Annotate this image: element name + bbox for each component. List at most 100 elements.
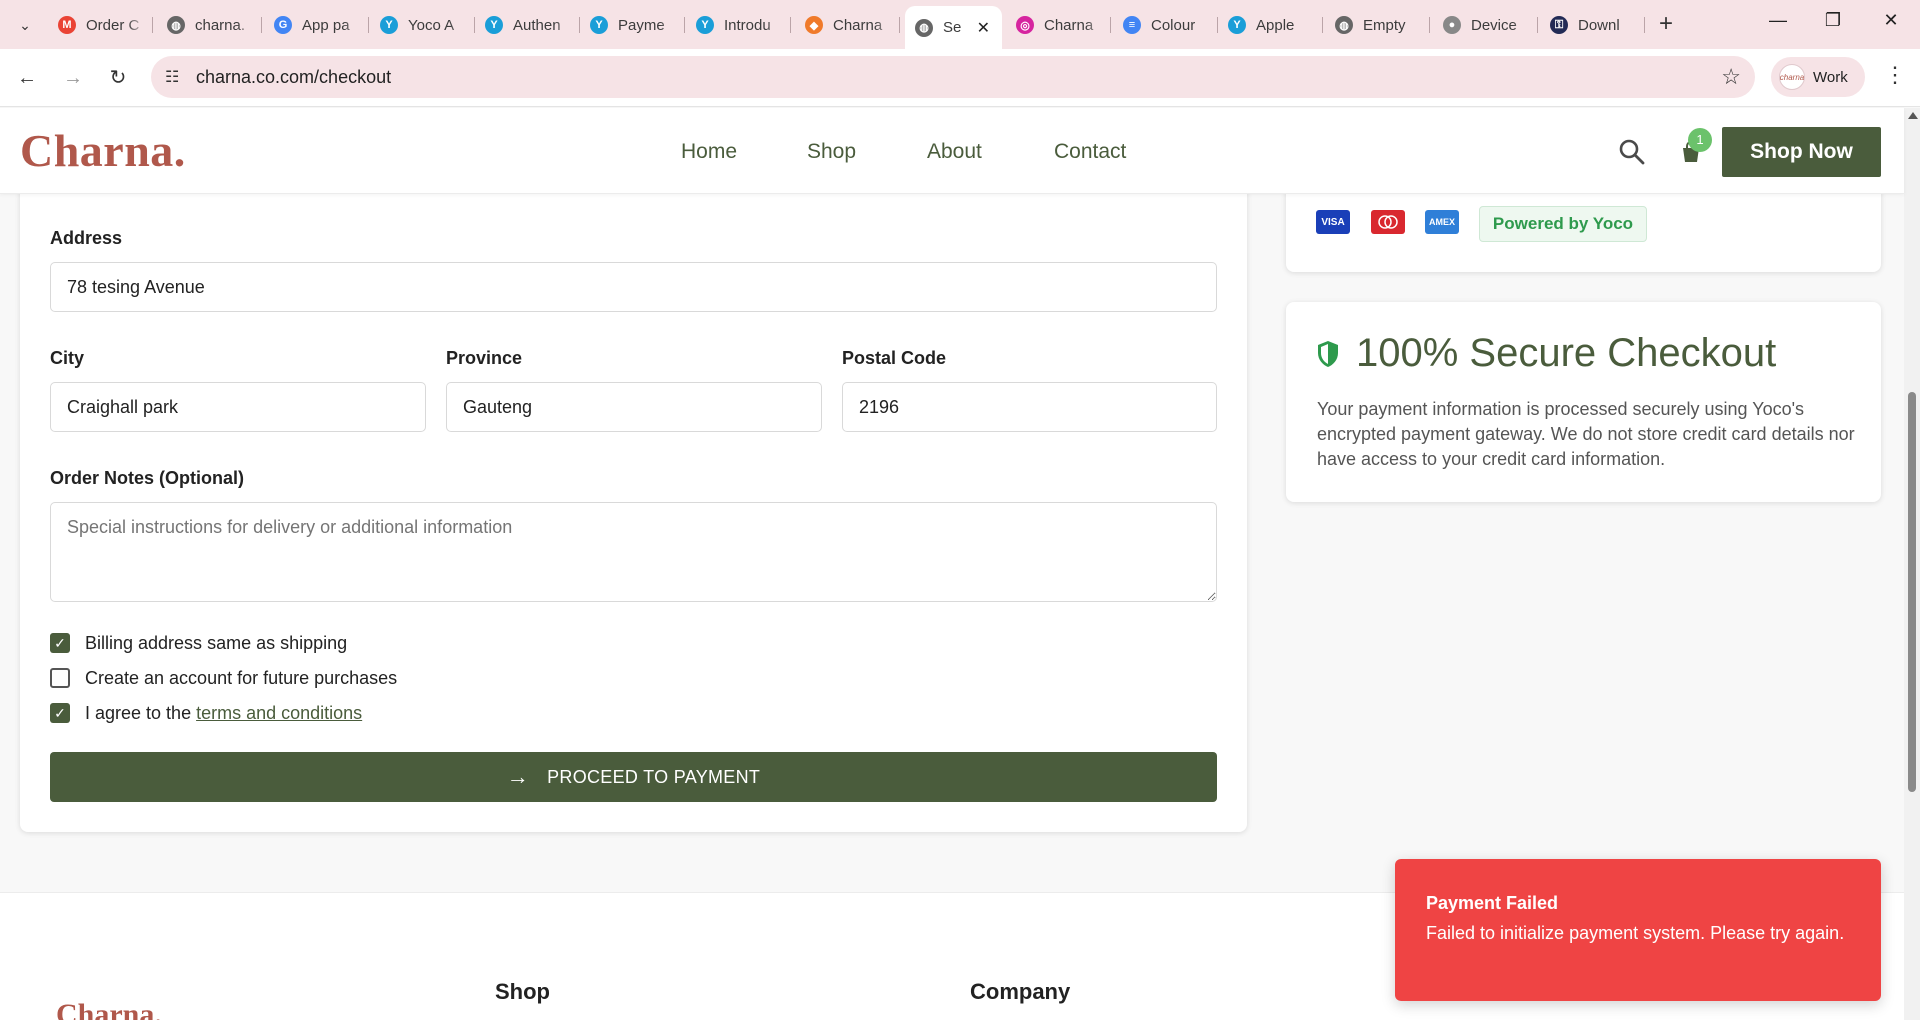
address-bar[interactable]: ☷ charna.co.com/checkout ☆ bbox=[151, 56, 1755, 98]
shop-now-button[interactable]: Shop Now bbox=[1722, 127, 1881, 177]
scroll-up-arrow-icon[interactable] bbox=[1908, 112, 1918, 119]
nav-about[interactable]: About bbox=[927, 140, 982, 164]
bookmark-star-icon[interactable]: ☆ bbox=[1721, 64, 1741, 90]
profile-avatar: charna bbox=[1779, 64, 1805, 90]
yoco-icon: Y bbox=[485, 16, 503, 34]
province-input[interactable] bbox=[446, 382, 822, 432]
proceed-label: PROCEED TO PAYMENT bbox=[547, 766, 761, 787]
browser-tab[interactable]: M Order C bbox=[48, 8, 153, 42]
tab-label: Introdu bbox=[724, 16, 771, 34]
postal-code-input[interactable] bbox=[842, 382, 1217, 432]
reload-icon[interactable]: ↻ bbox=[103, 63, 133, 93]
tab-label: charna. bbox=[195, 16, 246, 34]
yoco-icon: Y bbox=[1228, 16, 1246, 34]
back-icon[interactable]: ← bbox=[12, 63, 42, 93]
shield-check-icon bbox=[1318, 341, 1338, 367]
terms-prefix-label: I agree to the bbox=[85, 702, 192, 723]
secure-checkout-title: 100% Secure Checkout bbox=[1356, 331, 1777, 375]
billing-same-label: Billing address same as shipping bbox=[85, 632, 348, 653]
city-input[interactable] bbox=[50, 382, 426, 432]
tab-label: Downl bbox=[1578, 16, 1620, 34]
tab-separator bbox=[1110, 17, 1111, 33]
billing-same-checkbox-row[interactable]: ✓ Billing address same as shipping bbox=[50, 631, 347, 655]
tab-separator bbox=[261, 17, 262, 33]
secure-checkout-text: Your payment information is processed se… bbox=[1317, 399, 1855, 469]
tab-search-chevron-icon[interactable]: ⌄ bbox=[10, 10, 40, 40]
terms-checkbox[interactable]: ✓ bbox=[50, 703, 70, 723]
create-account-label: Create an account for future purchases bbox=[85, 667, 398, 688]
toast-title: Payment Failed bbox=[1426, 893, 1559, 913]
amex-icon: AMEX bbox=[1425, 210, 1459, 234]
browser-tab[interactable]: ● Device bbox=[1433, 8, 1538, 42]
province-label: Province bbox=[446, 348, 523, 368]
address-label: Address bbox=[50, 228, 123, 248]
page-scrollbar[interactable] bbox=[1904, 108, 1920, 1020]
tab-separator bbox=[1537, 17, 1538, 33]
payment-failed-toast[interactable]: Payment Failed Failed to initialize paym… bbox=[1395, 859, 1881, 1001]
nav-home[interactable]: Home bbox=[681, 140, 737, 164]
tab-label: Order C bbox=[86, 16, 140, 34]
tab-label: App pa bbox=[302, 16, 350, 34]
address-input[interactable] bbox=[50, 262, 1217, 312]
terms-checkbox-row[interactable]: ✓ I agree to the terms and conditions bbox=[50, 701, 362, 725]
browser-tab[interactable]: ◍ Se ✕ bbox=[905, 6, 1002, 49]
tab-label: Colour bbox=[1151, 16, 1196, 34]
browser-tab[interactable]: G App pa bbox=[264, 8, 369, 42]
site-logo[interactable]: Charna. bbox=[20, 124, 186, 177]
proceed-to-payment-button[interactable]: → PROCEED TO PAYMENT bbox=[50, 752, 1217, 802]
tab-separator bbox=[368, 17, 369, 33]
billing-same-checkbox[interactable]: ✓ bbox=[50, 633, 70, 653]
browser-menu-icon[interactable]: ⋮ bbox=[1880, 62, 1910, 88]
browser-tab[interactable]: Y Yoco A bbox=[370, 8, 475, 42]
address-url: charna.co.com/checkout bbox=[196, 67, 392, 87]
scrollbar-thumb[interactable] bbox=[1908, 392, 1916, 792]
browser-tab[interactable]: Y Apple bbox=[1218, 8, 1323, 42]
browser-tab[interactable]: ≡ Colour bbox=[1113, 8, 1218, 42]
tab-separator bbox=[790, 17, 791, 33]
search-icon[interactable] bbox=[1617, 137, 1647, 167]
yoco-icon: Y bbox=[590, 16, 608, 34]
close-window-icon[interactable]: ✕ bbox=[1871, 10, 1911, 31]
tab-separator bbox=[684, 17, 685, 33]
minimize-icon[interactable]: — bbox=[1758, 10, 1798, 31]
browser-tab[interactable]: ⚿ Downl bbox=[1540, 8, 1645, 42]
site-header: Charna. Home Shop About Contact 1 Shop N… bbox=[0, 108, 1904, 194]
restore-icon[interactable]: ❐ bbox=[1813, 10, 1853, 31]
site-info-icon[interactable]: ☷ bbox=[165, 67, 179, 87]
close-tab-icon[interactable]: ✕ bbox=[977, 18, 990, 38]
lock-icon: ⚿ bbox=[1550, 16, 1568, 34]
nav-contact[interactable]: Contact bbox=[1054, 140, 1126, 164]
new-tab-button[interactable]: + bbox=[1651, 10, 1681, 38]
profile-label: Work bbox=[1813, 68, 1848, 86]
tab-label: Device bbox=[1471, 16, 1517, 34]
browser-tab[interactable]: ◆ Charna bbox=[795, 8, 900, 42]
browser-tab[interactable]: ◍ charna. bbox=[157, 8, 262, 42]
terms-link[interactable]: terms and conditions bbox=[196, 703, 362, 724]
browser-tab[interactable]: ◍ Empty bbox=[1325, 8, 1430, 42]
browser-tabstrip: ⌄ M Order C ◍ charna. G App pa Y Yoco A Y Authen Y… bbox=[0, 0, 1920, 49]
profile-chip[interactable]: charna Work bbox=[1771, 57, 1865, 97]
instagram-icon: ◎ bbox=[1016, 16, 1034, 34]
tab-label: Apple bbox=[1256, 16, 1295, 34]
yoco-icon: Y bbox=[380, 16, 398, 34]
tab-label: Charna bbox=[1044, 16, 1094, 34]
browser-tab[interactable]: Y Authen bbox=[475, 8, 580, 42]
footer-heading-shop: Shop bbox=[495, 979, 550, 1004]
nav-shop[interactable]: Shop bbox=[807, 140, 856, 164]
gmail-icon: M bbox=[58, 16, 76, 34]
forward-icon[interactable]: → bbox=[58, 63, 88, 93]
create-account-checkbox[interactable] bbox=[50, 668, 70, 688]
create-account-checkbox-row[interactable]: Create an account for future purchases bbox=[50, 666, 397, 690]
footer-logo[interactable]: Charna. bbox=[56, 998, 162, 1020]
browser-tab[interactable]: Y Payme bbox=[580, 8, 685, 42]
browser-toolbar: ← → ↻ ☷ charna.co.com/checkout ☆ charna … bbox=[0, 49, 1920, 107]
browser-tab[interactable]: Y Introdu bbox=[686, 8, 791, 42]
city-label: City bbox=[50, 348, 85, 368]
tab-label: Authen bbox=[513, 16, 561, 34]
tab-separator bbox=[1322, 17, 1323, 33]
order-notes-textarea[interactable] bbox=[50, 502, 1217, 602]
tab-separator bbox=[1644, 17, 1645, 33]
browser-tab[interactable]: ◎ Charna bbox=[1006, 8, 1111, 42]
postal-code-label: Postal Code bbox=[842, 348, 947, 368]
powered-by-yoco-badge: Powered by Yoco bbox=[1479, 206, 1647, 242]
